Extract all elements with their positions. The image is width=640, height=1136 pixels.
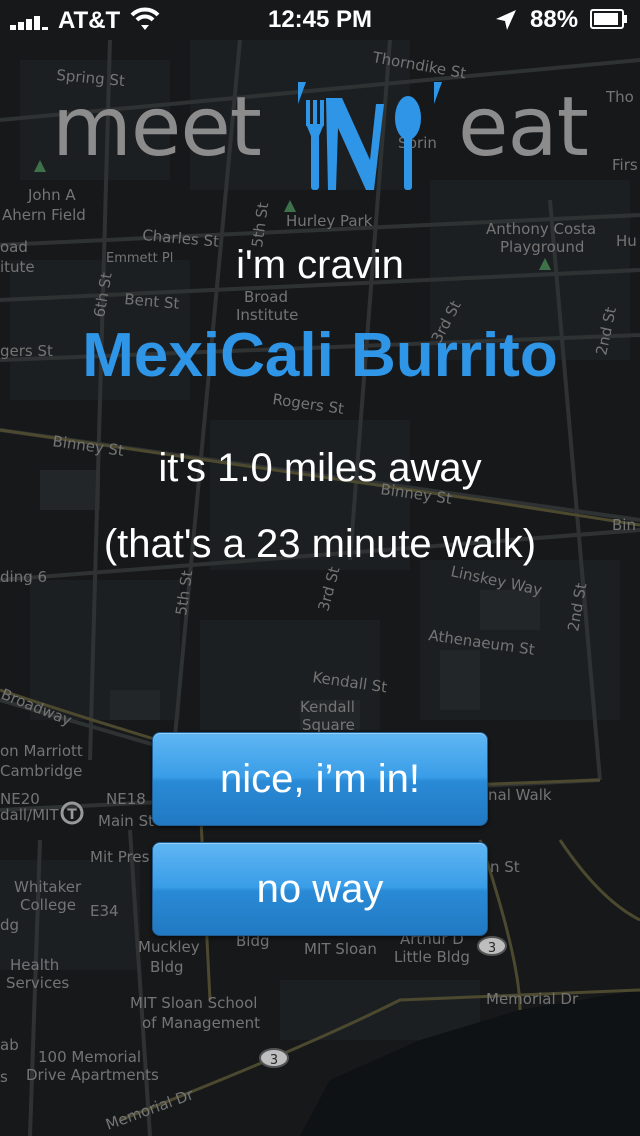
decline-button[interactable]: no way xyxy=(152,842,488,936)
accept-button[interactable]: nice, i’m in! xyxy=(152,732,488,826)
quote-right-icon xyxy=(434,82,442,104)
battery-percent: 88% xyxy=(530,6,579,33)
battery-icon xyxy=(590,9,627,29)
knife-icon xyxy=(326,98,384,190)
logo-word-eat: eat xyxy=(458,80,589,175)
status-bar: AT&T 12:45 PM 88% xyxy=(0,0,640,40)
spoon-icon xyxy=(395,96,421,190)
logo-word-meet: meet xyxy=(52,80,262,175)
location-arrow-icon xyxy=(496,10,516,30)
dish-name: MexiCali Burrito xyxy=(82,321,558,390)
walk-time-text: (that's a 23 minute walk) xyxy=(103,522,537,566)
quote-left-icon xyxy=(298,82,306,104)
craving-label: i'm cravin xyxy=(236,243,404,287)
distance-text: it's 1.0 miles away xyxy=(158,446,482,490)
logo-mark xyxy=(298,82,442,190)
app-logo: meet eat xyxy=(0,78,640,198)
fork-icon xyxy=(306,100,324,190)
